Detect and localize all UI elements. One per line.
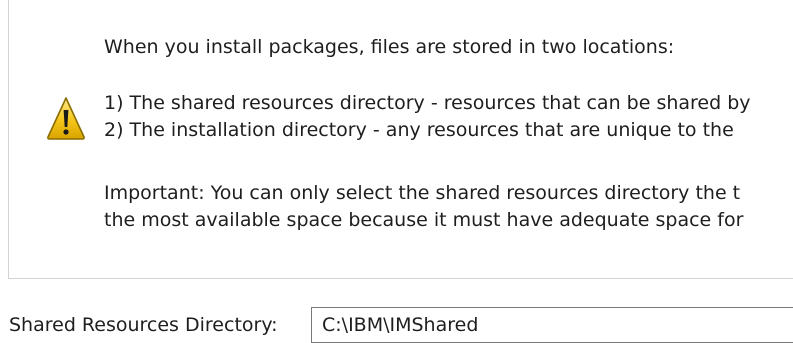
warning-icon [46,95,86,141]
shared-resources-directory-value: C:\IBM\IMShared [322,314,479,336]
important-note-line-1: Important: You can only select the share… [104,182,741,204]
shared-resources-item: 1) The shared resources directory - reso… [104,92,751,114]
shared-resources-directory-label: Shared Resources Directory: [9,314,278,336]
install-locations-intro: When you install packages, files are sto… [104,36,675,58]
installation-directory-item: 2) The installation directory - any reso… [104,119,734,141]
important-note-line-2: the most available space because it must… [104,209,744,231]
info-message-panel: When you install packages, files are sto… [8,0,793,279]
shared-resources-directory-input[interactable]: C:\IBM\IMShared [311,307,793,343]
